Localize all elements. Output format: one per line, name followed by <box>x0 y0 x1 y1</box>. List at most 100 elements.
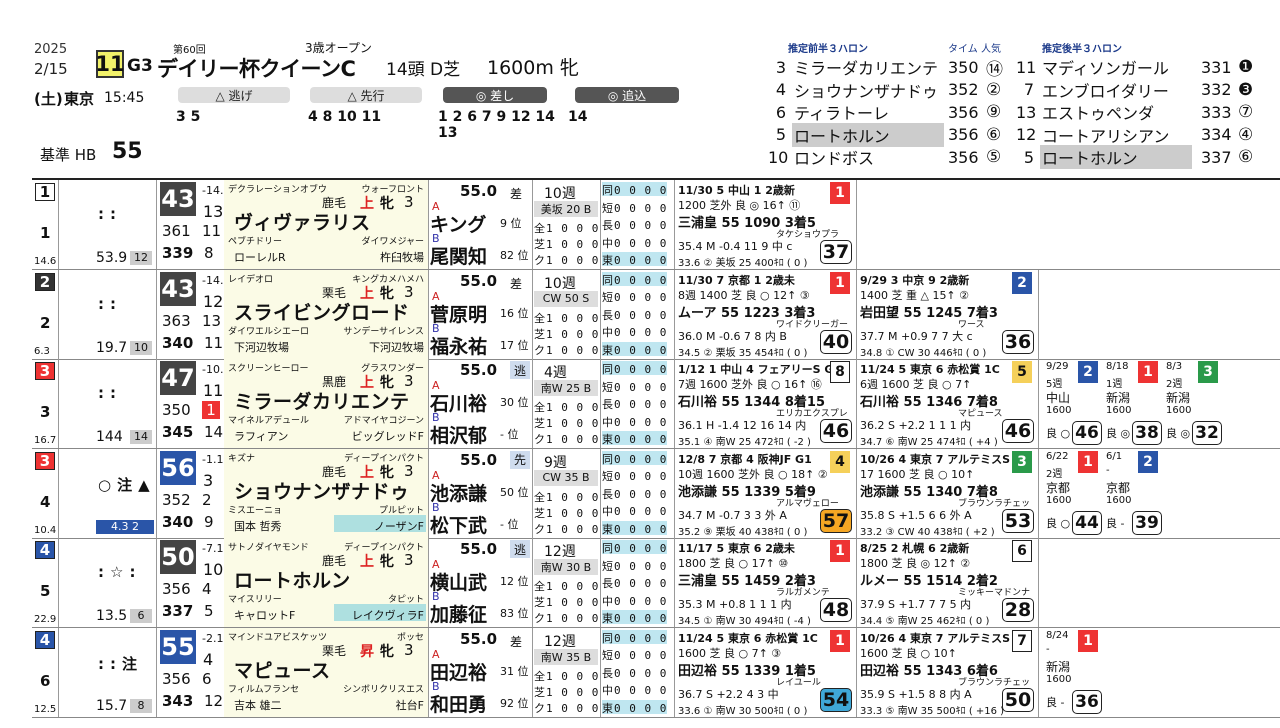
past-race-splits: 36.0 M -0.6 7 8 内 B <box>678 329 787 343</box>
past-race: 11/17 5 東京 6 2歳未 1800 芝 良 ○ 17↑ ⑩ 三浦皇 55 1… <box>676 538 856 627</box>
dam-sire-name: シンボリクリスエス <box>342 684 424 695</box>
trainer-name: 松下武 <box>430 514 488 537</box>
record-row: 東0 0 0 0 <box>602 520 668 536</box>
past-race-finish: 5 <box>1012 361 1032 383</box>
horse-info: デクラレーションオブウ ウォーフロント 鹿毛上牝 3 ヴィヴァラリス ペブチドリー ダイワメ… <box>224 180 428 269</box>
dam-name: マイスリリー <box>228 595 282 605</box>
mini-race-weeks: 5週 <box>1046 379 1063 390</box>
prediction-marks: :: <box>98 205 122 223</box>
past-race-splits: 36.7 S +2.2 4 3 中 <box>678 687 779 701</box>
mini-race-date: 6/22 <box>1046 450 1069 462</box>
past-race-finish: 3 <box>1012 450 1032 473</box>
frame-badge: 3 <box>35 362 55 380</box>
style-closer-label: ◎ 差し <box>443 87 547 103</box>
horse-name: ロートホルン <box>234 570 351 592</box>
mini-race-weeks: 1週 <box>1106 379 1123 390</box>
mini-race-score: 44 <box>1072 510 1102 535</box>
horse-info: サトノダイヤモンド ディープインパクト 鹿毛上牝 3 ロートホルン マイスリリー タピットキ… <box>224 538 428 627</box>
record-row: 中0 0 0 0 <box>602 415 668 429</box>
trainer-rank: 92 位 <box>500 696 529 710</box>
table-row: 1 1 14.6:: 53.9 12 43 -14.1 13 361 11 339 8 デクラレーション… <box>32 180 1280 270</box>
race-distance: 1600m 牝 <box>487 57 579 79</box>
record-row: 同0 0 0 0 <box>602 361 668 376</box>
back-pace-name: ロートホルン <box>1040 145 1192 169</box>
front-3f: 361 <box>162 222 191 240</box>
record-row: 東0 0 0 0 <box>602 431 668 446</box>
past-race-finish: 4 <box>830 450 850 473</box>
past-race: 10/26 4 東京 7 アルテミスS G3 17 1600 芝 良 ○ 10↑ 池… <box>858 449 1038 538</box>
jockey-rank: 12 位 <box>500 575 529 588</box>
odds-value: 144 <box>96 429 123 445</box>
trainer-name: 尾関知 <box>430 246 488 268</box>
past-race: 8/25 2 札幌 6 2歳新 1800 芝 良 ◎ 12↑ ② ルメー 55 15… <box>858 538 1038 627</box>
trainer-rank: - 位 <box>500 428 519 441</box>
frame-footnote: 16.7 <box>34 435 57 446</box>
record-row: 中0 0 0 0 <box>602 326 668 339</box>
speed-index: 43 <box>160 182 196 216</box>
past-race-splits: 37.7 M +0.9 7 7 大 c <box>860 329 973 343</box>
mini-race-venue: 新潟 <box>1166 391 1191 405</box>
col-divider <box>600 627 601 717</box>
col-divider <box>428 180 429 269</box>
col-divider <box>856 627 857 717</box>
table-row: 4 6 12.5::注 15.7 8 55 -2.1 4 356 6 343 12 マインドユアビスケッ… <box>32 627 1280 718</box>
venue: 東京 <box>64 90 95 108</box>
table-row: 3 3 16.7:: 144 14 47 -10.1 11 350 1 345 14 スクリーンヒーロー… <box>32 359 1280 449</box>
mini-race-venue: 京都 <box>1106 480 1131 495</box>
mini-race-finish: 1 <box>1078 450 1098 473</box>
back-pace-time: 334 <box>1201 125 1232 144</box>
past-race: 9/29 3 中京 9 2歳新 1400 芝 重 △ 15↑ ② 岩田望 55 12… <box>858 270 1038 359</box>
past-race-training: 34.7 ⑥ 南W 25 474ｷﾛ ( +4 ) <box>860 437 998 448</box>
table-row: 4 5 22.9:☆: 13.5 6 50 -7.1 10 356 4 337 5 サトノダイヤモンドデ… <box>32 538 1280 628</box>
style-closer-horses: 1 2 6 7 9 12 14 <box>438 109 555 125</box>
back-3f-rank: 5 <box>204 602 214 620</box>
mini-race-finish: 3 <box>1198 361 1218 383</box>
past-race-training: 34.5 ② 栗坂 35 454ｷﾛ ( 0 ) <box>678 347 808 359</box>
day-of-week: (土) <box>34 90 63 108</box>
training-course: 美坂 20 B <box>534 201 598 217</box>
odds-value: 53.9 <box>96 250 128 266</box>
odds-rank: 10 <box>130 340 152 355</box>
mini-race-distance: 1600 <box>1166 405 1192 416</box>
front-pace-no: 3 <box>775 57 786 77</box>
dam-sire-name: サンデーサイレンス <box>343 326 424 337</box>
running-style: 差 <box>510 276 523 291</box>
horse-info: マインドユアビスケッツ ポッセ 栗毛昇牝 3 マピュース フィルムフランセ シンボリクリスエ… <box>224 627 428 717</box>
running-style: 差 <box>510 634 523 649</box>
col-divider <box>156 269 157 359</box>
record-line: ク1 0 0 0 <box>534 343 600 357</box>
back-3f-rank: 12 <box>204 691 224 710</box>
record-row: 中0 0 0 0 <box>602 236 668 250</box>
col-divider <box>1038 627 1039 717</box>
back-pace-no: 7 <box>1023 80 1034 99</box>
back-pace-no: 11 <box>1016 57 1037 77</box>
sire-name: デクラレーションオブウ <box>228 185 327 195</box>
front-pace-title: 推定前半３ハロン <box>788 44 868 55</box>
back-pace-rank: ❸ <box>1238 79 1254 100</box>
record-row: 短0 0 0 0 <box>602 470 668 483</box>
back-3f: 337 <box>162 602 194 620</box>
front-3f: 352 <box>162 490 191 509</box>
mini-race-date: 8/18 <box>1106 361 1129 372</box>
rest-weeks: 12週 <box>544 633 576 650</box>
record-line: 芝1 0 0 0 <box>534 506 600 520</box>
owner-name: 下河辺牧場 <box>234 340 289 354</box>
mini-race-distance: 1600 <box>1106 494 1132 506</box>
race-date: 2/15 <box>34 60 68 78</box>
training-course: 南W 25 B <box>534 380 598 396</box>
speed-index: 56 <box>160 450 196 485</box>
frame-badge: 2 <box>35 272 55 291</box>
front-3f-rank: 2 <box>202 490 212 509</box>
front-pace-rank: ⑭ <box>986 59 1003 80</box>
front-3f: 350 <box>162 401 191 419</box>
sire-name: マインドユアビスケッツ <box>228 632 328 643</box>
mini-race-weeks: - <box>1046 643 1050 655</box>
front-pace-row: 3 ミラーダカリエンテ 350 ⑭ <box>768 57 1003 80</box>
record-line: 芝1 0 0 0 <box>534 596 600 609</box>
record-row: 短0 0 0 0 <box>602 380 668 394</box>
mini-race-date: 8/24 <box>1046 629 1069 641</box>
record-row: 同0 0 0 0 <box>602 450 668 466</box>
front-3f: 356 <box>162 580 191 598</box>
front-pace-row: 6 ティラトーレ 356 ⑨ <box>768 102 1001 123</box>
rest-weeks: 10週 <box>544 186 576 202</box>
